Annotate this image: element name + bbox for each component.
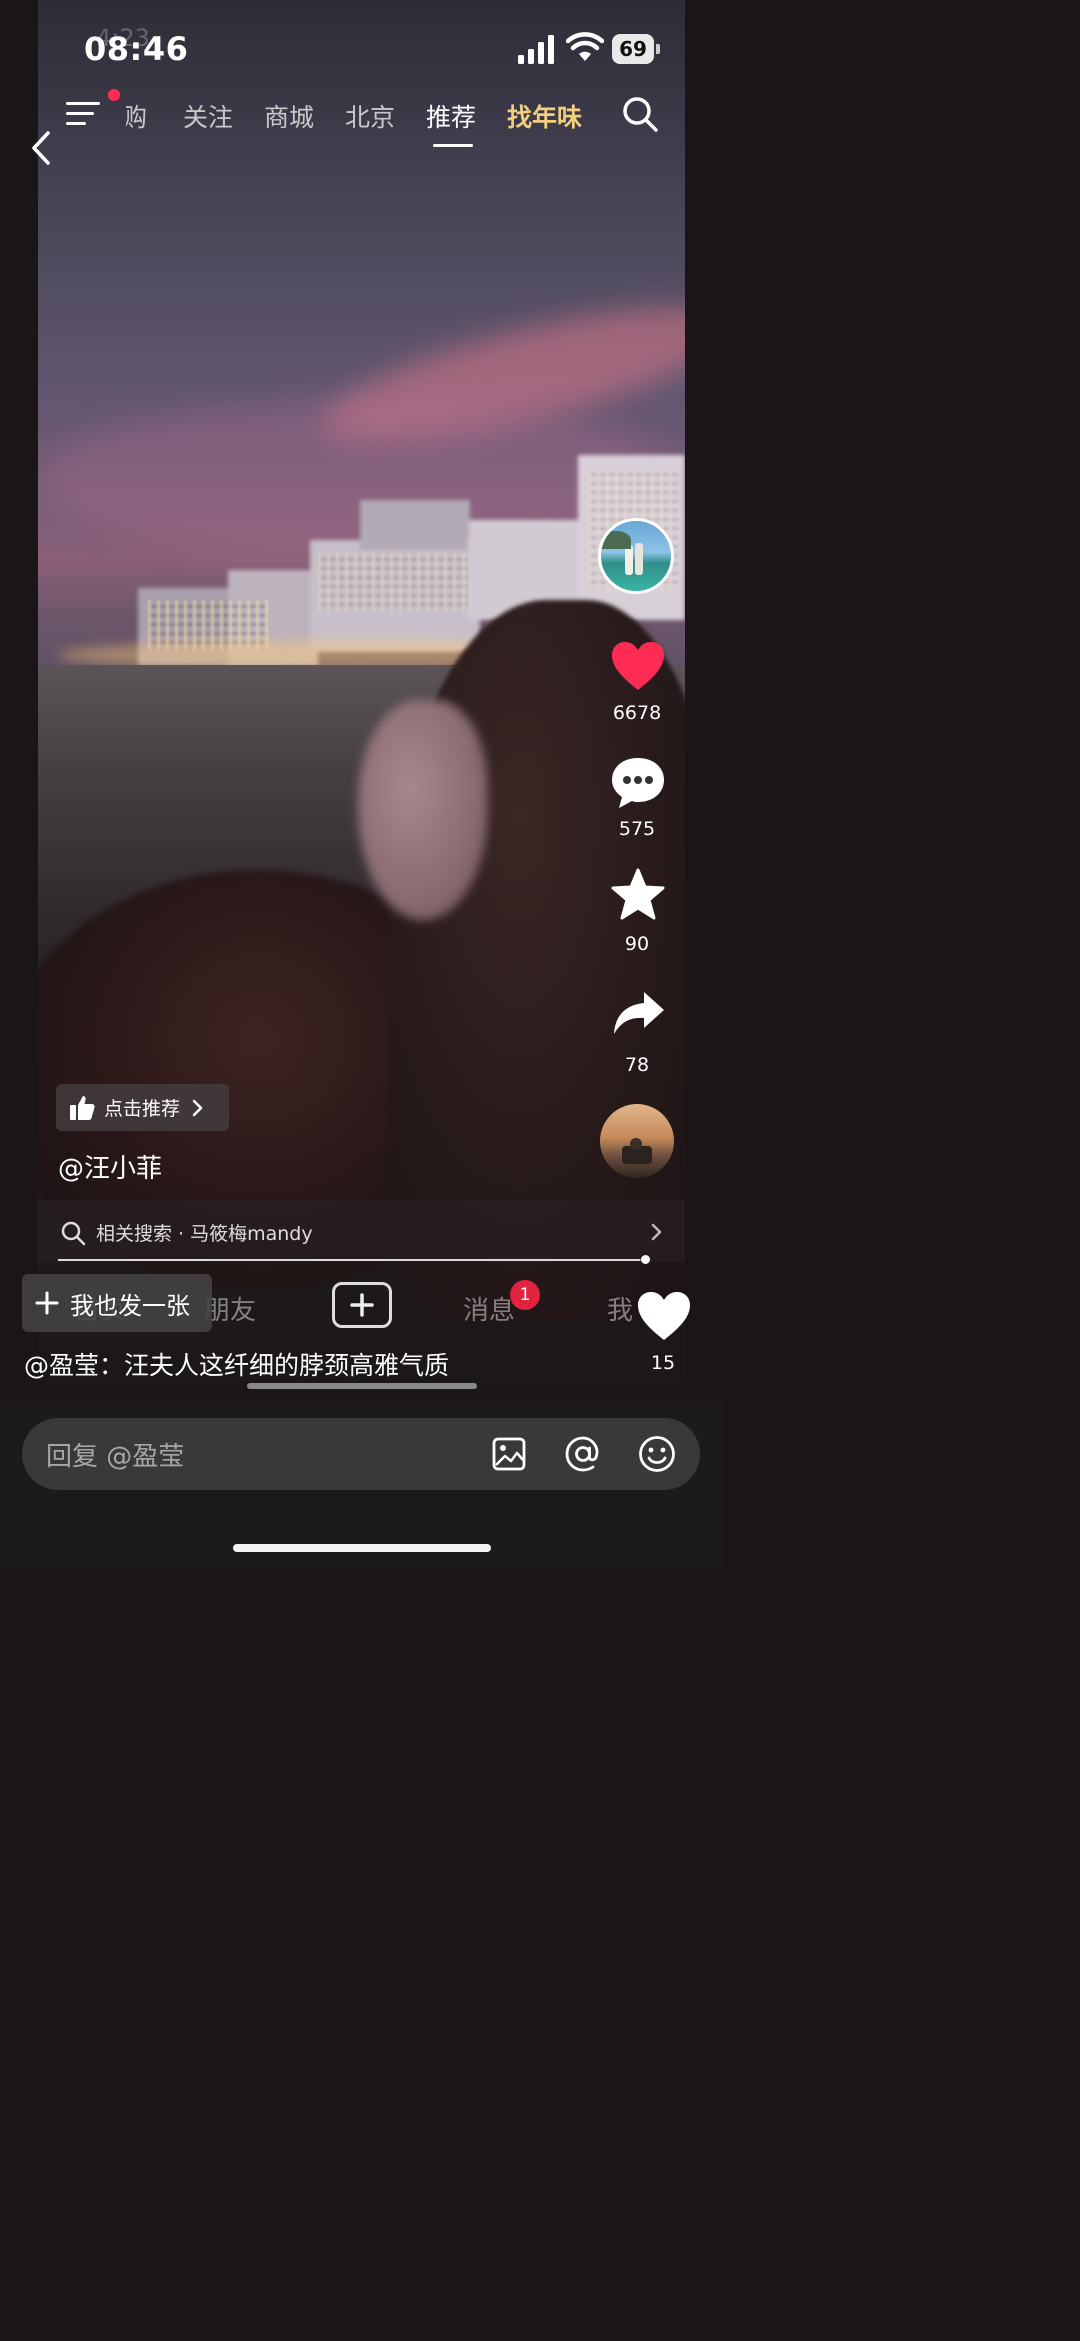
share-arrow-icon[interactable] <box>612 990 666 1036</box>
search-icon[interactable] <box>620 94 660 134</box>
mention-at-icon[interactable] <box>563 1434 603 1474</box>
post-also-label: 我也发一张 <box>70 1291 190 1320</box>
active-tab-underline <box>433 144 473 147</box>
tab-me[interactable]: 我 <box>607 1290 633 1327</box>
video-progress-handle[interactable] <box>641 1255 650 1264</box>
comment-text[interactable]: @盈莹：汪夫人这纤细的脖颈高雅气质 <box>24 1346 449 1382</box>
related-search-text[interactable]: 相关搜索 · 马筱梅mandy <box>96 1219 313 1246</box>
menu-notification-dot <box>108 89 120 101</box>
building <box>360 500 470 550</box>
chevron-right-icon <box>651 1223 662 1241</box>
search-icon <box>61 1221 86 1246</box>
battery-indicator: 69 <box>612 34 654 64</box>
image-icon[interactable] <box>491 1436 527 1472</box>
emoji-icon[interactable] <box>637 1434 677 1474</box>
favorite-count: 90 <box>624 933 650 955</box>
status-time: 08:46 <box>84 30 189 68</box>
recommend-chip-label: 点击推荐 <box>104 1098 181 1120</box>
home-indicator <box>233 1544 491 1552</box>
comment-like-heart-icon[interactable] <box>636 1290 692 1342</box>
wifi-icon <box>566 32 604 61</box>
comment-like-count: 15 <box>650 1352 676 1374</box>
comment-count: 575 <box>618 818 656 840</box>
inner-home-indicator <box>247 1383 477 1389</box>
menu-icon[interactable] <box>66 100 102 128</box>
like-heart-icon[interactable] <box>610 640 666 692</box>
comment-bubble-icon[interactable] <box>610 756 666 810</box>
messages-badge: 1 <box>510 1280 540 1310</box>
author-handle[interactable]: @汪小菲 <box>58 1148 162 1185</box>
favorite-star-icon[interactable] <box>610 868 666 922</box>
reply-placeholder: 回复 @盈莹 <box>46 1442 185 1472</box>
tab-recommend[interactable]: 推荐 <box>426 98 476 134</box>
video-player[interactable] <box>38 0 685 1400</box>
city-lights <box>318 552 468 612</box>
recommend-chip[interactable]: 点击推荐 <box>56 1084 229 1131</box>
tab-beijing[interactable]: 北京 <box>345 98 395 134</box>
thumbs-up-icon <box>70 1095 95 1120</box>
music-disc[interactable] <box>600 1104 674 1178</box>
plus-icon <box>35 1291 59 1315</box>
creator-avatar[interactable] <box>598 518 674 594</box>
tab-new-year[interactable]: 找年味 <box>507 98 582 134</box>
person-face <box>358 700 488 920</box>
plus-icon <box>350 1293 374 1317</box>
share-count: 78 <box>624 1054 650 1076</box>
tab-mall[interactable]: 商城 <box>264 98 314 134</box>
tab-messages[interactable]: 消息 <box>463 1290 515 1327</box>
video-progress-fill <box>58 1259 641 1261</box>
battery-tip <box>656 44 660 54</box>
like-count: 6678 <box>612 702 662 724</box>
tab-following[interactable]: 关注 <box>183 98 233 134</box>
post-also-button[interactable]: 我也发一张 <box>22 1274 212 1332</box>
create-post-button[interactable] <box>332 1282 392 1328</box>
signal-icon <box>518 35 554 64</box>
chevron-right-icon <box>192 1099 203 1116</box>
back-arrow-icon[interactable] <box>26 128 56 168</box>
